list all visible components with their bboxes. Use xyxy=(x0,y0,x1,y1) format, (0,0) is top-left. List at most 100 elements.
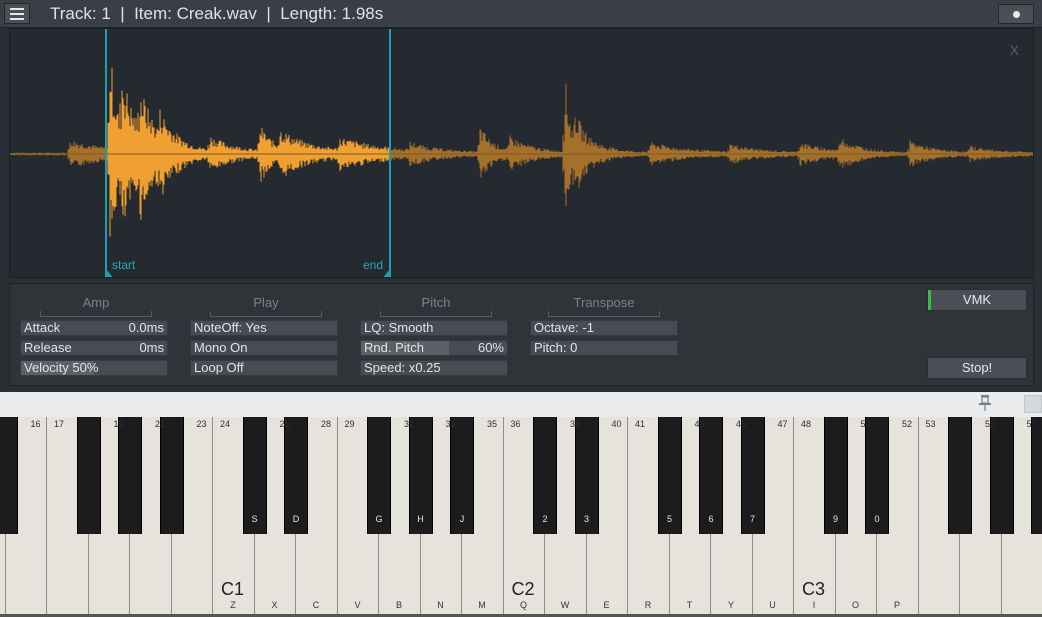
key-number: 55 xyxy=(984,419,995,429)
white-key-shortcut: Z xyxy=(230,600,236,610)
keyboard-close-button[interactable] xyxy=(1024,395,1042,413)
black-key[interactable] xyxy=(0,417,18,534)
vmk-button[interactable]: VMK xyxy=(927,289,1027,311)
key-number: 57 xyxy=(1026,419,1037,429)
key-number: 50 xyxy=(860,419,871,429)
key-number: 38 xyxy=(569,419,580,429)
black-key[interactable] xyxy=(159,417,184,534)
black-key-shortcut: 6 xyxy=(708,514,714,524)
black-key-shortcut: 7 xyxy=(749,514,755,524)
waveform-selected xyxy=(107,67,390,237)
key-number: 45 xyxy=(735,419,746,429)
pitch-label: Pitch: 0 xyxy=(534,340,578,355)
black-key-shortcut: G xyxy=(375,514,383,524)
vmk-label: VMK xyxy=(962,292,992,307)
record-button[interactable] xyxy=(998,4,1034,24)
black-key-shortcut: D xyxy=(292,514,300,524)
speed-selector[interactable]: Speed: x0.25 xyxy=(360,360,508,376)
rnd-pitch-slider[interactable]: Rnd. Pitch 60% xyxy=(360,340,508,356)
key-number: 53 xyxy=(925,419,936,429)
pitch-selector[interactable]: Pitch: 0 xyxy=(530,340,678,356)
mono-label: Mono On xyxy=(194,340,248,355)
transpose-group-divider xyxy=(548,311,660,317)
white-key-shortcut: P xyxy=(893,600,900,610)
noteoff-toggle[interactable]: NoteOff: Yes xyxy=(190,320,338,336)
key-number: 33 xyxy=(445,419,456,429)
white-key-shortcut: E xyxy=(603,600,610,610)
stop-button[interactable]: Stop! xyxy=(927,357,1027,379)
lq-selector[interactable]: LQ: Smooth xyxy=(360,320,508,336)
key-number: 35 xyxy=(486,419,497,429)
amp-group-divider xyxy=(40,311,152,317)
play-group-label: Play xyxy=(253,295,279,310)
attack-value: 0.0ms xyxy=(128,320,164,335)
octave-selector[interactable]: Octave: -1 xyxy=(530,320,678,336)
black-key[interactable] xyxy=(76,417,101,534)
attack-slider[interactable]: Attack 0.0ms xyxy=(20,320,168,336)
speed-label: Speed: x0.25 xyxy=(364,360,441,375)
end-marker-handle xyxy=(383,269,390,277)
pitch-group-label: Pitch xyxy=(421,295,451,310)
key-number: 47 xyxy=(777,419,788,429)
transpose-group-label: Transpose xyxy=(573,295,635,310)
noteoff-label: NoteOff: Yes xyxy=(194,320,267,335)
key-number: 40 xyxy=(611,419,622,429)
piano-keyboard[interactable]: S D G H J 2 3 5 6 7 9 0 16 17 19 21 23 24 Z C1 26 X 28 C 29 V 31 B 3… xyxy=(0,417,1042,614)
title-bar: Track: 1 | Item: Creak.wav | Length: 1.9… xyxy=(0,0,1042,28)
end-marker-label[interactable]: end xyxy=(363,258,383,272)
attack-label: Attack xyxy=(24,320,61,335)
octave-label: C3 xyxy=(802,579,826,599)
octave-label: C1 xyxy=(221,579,245,599)
waveform-display[interactable]: X start end xyxy=(9,28,1034,278)
release-value: 0ms xyxy=(139,340,164,355)
white-key-shortcut: Y xyxy=(727,600,734,610)
key-number: 24 xyxy=(219,419,230,429)
keyboard-toolbar xyxy=(0,392,1042,417)
key-number: 28 xyxy=(320,419,331,429)
stop-label: Stop! xyxy=(961,360,993,375)
key-number: 26 xyxy=(279,419,290,429)
menu-button[interactable] xyxy=(4,3,30,24)
black-key-shortcut: 0 xyxy=(874,514,880,524)
white-key-shortcut: C xyxy=(312,600,320,610)
white-key-shortcut: T xyxy=(686,600,693,610)
white-key-shortcut: R xyxy=(644,600,652,610)
black-key-shortcut: 3 xyxy=(583,514,589,524)
mono-toggle[interactable]: Mono On xyxy=(190,340,338,356)
vmk-indicator xyxy=(928,290,931,310)
release-slider[interactable]: Release 0ms xyxy=(20,340,168,356)
black-key[interactable] xyxy=(1031,417,1042,534)
black-key-shortcut: H xyxy=(417,514,424,524)
pin-icon[interactable] xyxy=(977,394,993,412)
waveform-lines xyxy=(10,67,1033,237)
release-label: Release xyxy=(24,340,72,355)
black-key[interactable] xyxy=(118,417,142,534)
close-icon[interactable]: X xyxy=(1010,42,1019,58)
black-key[interactable] xyxy=(948,417,972,534)
start-marker-label[interactable]: start xyxy=(112,258,135,272)
dot-icon xyxy=(1012,10,1020,18)
white-key-shortcut: X xyxy=(271,600,278,610)
rnd-pitch-label: Rnd. Pitch xyxy=(364,340,424,355)
play-group-divider xyxy=(210,311,322,317)
rnd-pitch-value: 60% xyxy=(477,340,504,355)
black-key[interactable] xyxy=(989,417,1014,534)
black-key-shortcut: 9 xyxy=(832,514,838,524)
key-number: 36 xyxy=(510,419,521,429)
velocity-label: Velocity 50% xyxy=(24,360,99,375)
amp-group-label: Amp xyxy=(82,295,110,310)
white-key-shortcut: V xyxy=(354,600,361,610)
octave-label: C2 xyxy=(511,579,535,599)
white-key-shortcut: M xyxy=(478,600,486,610)
velocity-slider[interactable]: Velocity 50% xyxy=(20,360,168,376)
octave-label: Octave: -1 xyxy=(534,320,594,335)
key-number: 48 xyxy=(800,419,811,429)
loop-toggle[interactable]: Loop Off xyxy=(190,360,338,376)
black-key-shortcut: 2 xyxy=(542,514,548,524)
key-number: 31 xyxy=(403,419,414,429)
key-number: 41 xyxy=(634,419,645,429)
title-text: Track: 1 | Item: Creak.wav | Length: 1.9… xyxy=(50,4,384,23)
key-number: 21 xyxy=(154,419,165,429)
key-number: 19 xyxy=(113,419,124,429)
pitch-group-divider xyxy=(380,311,492,317)
